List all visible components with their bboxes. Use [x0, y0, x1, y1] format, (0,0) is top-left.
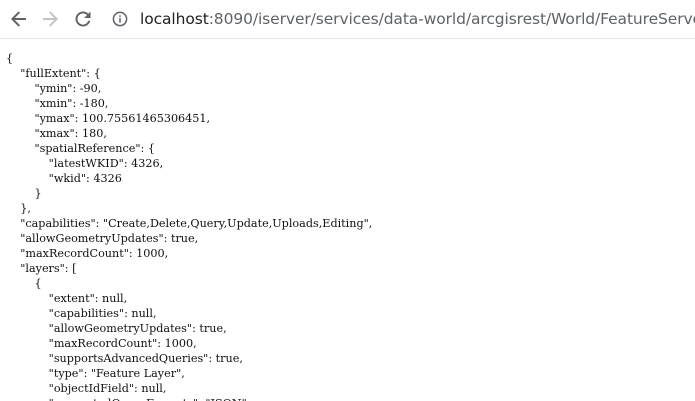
json-line: "xmax": 180,	[6, 127, 107, 140]
arrow-right-icon	[41, 10, 59, 28]
info-circle-icon[interactable]	[112, 11, 128, 27]
reload-icon	[74, 10, 92, 28]
json-line: "objectIdField": null,	[6, 382, 167, 395]
json-line: "supportsAdvancedQueries": true,	[6, 352, 243, 365]
json-response-body: { "fullExtent": { "ymin": -90, "xmin": -…	[0, 38, 695, 401]
json-line: "extent": null,	[6, 292, 128, 305]
browser-toolbar: localhost:8090/iserver/services/data-wor…	[0, 0, 695, 39]
json-line: "capabilities": null,	[6, 307, 157, 320]
json-line: "capabilities": "Create,Delete,Query,Upd…	[6, 217, 373, 230]
json-line: "supportedQueryFormats": "JSON",	[6, 396, 695, 401]
json-line: "type": "Feature Layer",	[6, 367, 185, 380]
json-line: "latestWKID": 4326,	[6, 157, 164, 170]
json-line: {	[6, 277, 42, 290]
back-button[interactable]	[7, 7, 31, 31]
url-text[interactable]: localhost:8090/iserver/services/data-wor…	[140, 10, 695, 28]
json-line: "fullExtent": {	[6, 67, 101, 80]
json-line: "wkid": 4326	[6, 172, 122, 185]
reload-button[interactable]	[71, 7, 95, 31]
json-line: },	[6, 202, 31, 215]
json-line: "allowGeometryUpdates": true,	[6, 232, 199, 245]
forward-button[interactable]	[38, 7, 62, 31]
json-line: "layers": [	[6, 262, 77, 275]
json-line: "maxRecordCount": 1000,	[6, 337, 197, 350]
arrow-left-icon	[10, 10, 28, 28]
json-line: {	[6, 52, 14, 65]
json-line: "ymax": 100.75561465306451,	[6, 112, 211, 125]
json-line: }	[6, 187, 42, 200]
url-host: localhost	[140, 10, 209, 28]
json-line: "ymin": -90,	[6, 82, 102, 95]
json-line: "xmin": -180,	[6, 97, 109, 110]
json-line: "allowGeometryUpdates": true,	[6, 322, 227, 335]
json-line: "spatialReference": {	[6, 142, 155, 155]
url-path: :8090/iserver/services/data-world/arcgis…	[208, 10, 695, 28]
json-line: "maxRecordCount": 1000,	[6, 247, 169, 260]
address-bar[interactable]: localhost:8090/iserver/services/data-wor…	[106, 4, 695, 34]
